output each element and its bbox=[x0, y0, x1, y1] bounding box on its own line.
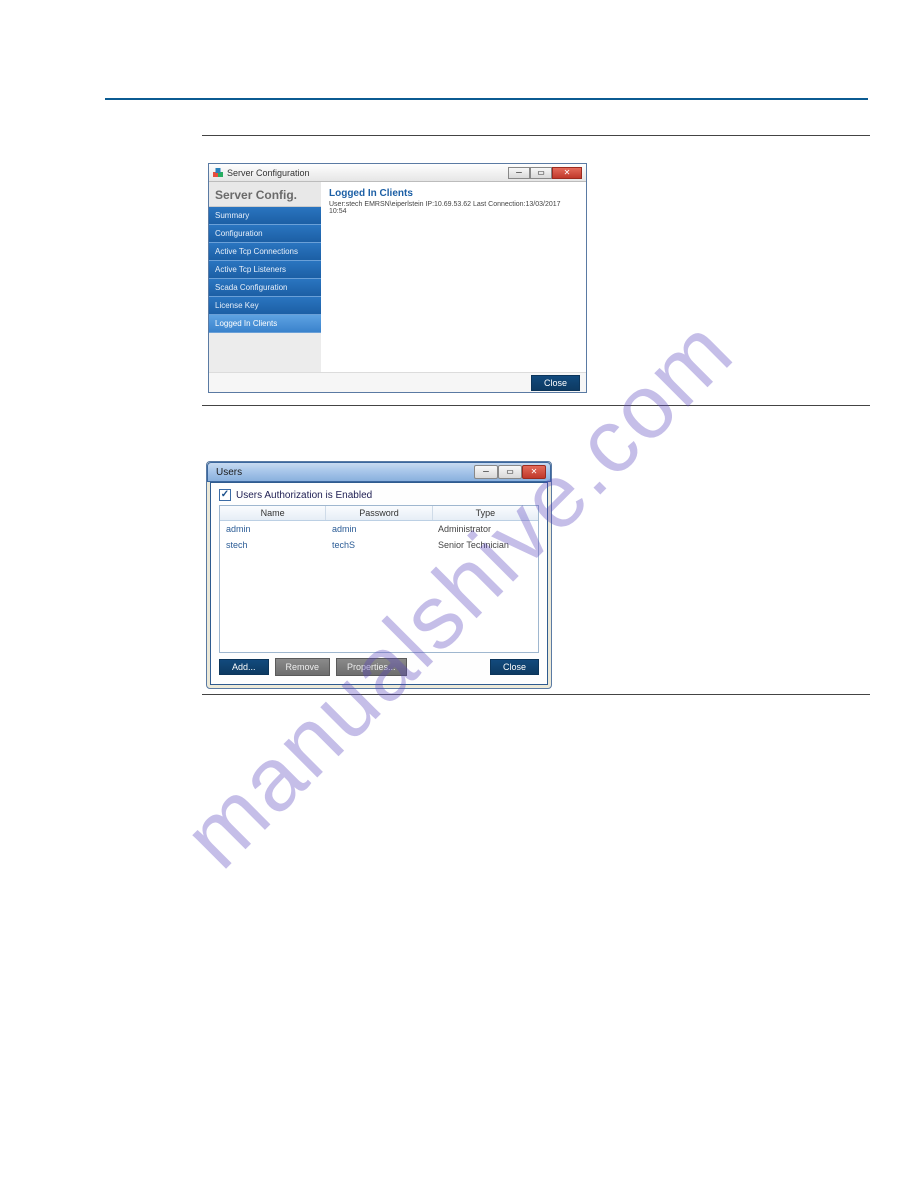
maximize-button[interactable]: ▭ bbox=[498, 465, 522, 479]
cell-type: Senior Technician bbox=[432, 539, 538, 551]
close-window-button[interactable]: ✕ bbox=[552, 167, 582, 179]
section-rule-2 bbox=[202, 405, 870, 406]
sidebar-item-configuration[interactable]: Configuration bbox=[209, 225, 321, 243]
col-name[interactable]: Name bbox=[220, 506, 326, 520]
close-button[interactable]: Close bbox=[490, 659, 539, 675]
users-window: Users ─ ▭ ✕ ✓ Users Authorization is Ena… bbox=[206, 461, 552, 689]
page-top-rule bbox=[105, 98, 868, 100]
window-title: Server Configuration bbox=[227, 168, 504, 178]
sidebar-item-active-tcp-connections[interactable]: Active Tcp Connections bbox=[209, 243, 321, 261]
titlebar[interactable]: Server Configuration ─ ▭ ✕ bbox=[209, 164, 586, 182]
properties-button[interactable]: Properties... bbox=[336, 658, 407, 676]
sidebar-item-scada-configuration[interactable]: Scada Configuration bbox=[209, 279, 321, 297]
window-title: Users bbox=[216, 467, 470, 478]
window-footer: Add... Remove Properties... Close bbox=[219, 658, 539, 676]
content-pane: Logged In Clients User:stech EMRSN\eiper… bbox=[321, 182, 586, 372]
window-body: ✓ Users Authorization is Enabled Name Pa… bbox=[210, 482, 548, 685]
cell-type: Administrator bbox=[432, 523, 538, 535]
table-row[interactable]: admin admin Administrator bbox=[220, 521, 538, 537]
add-button[interactable]: Add... bbox=[219, 659, 269, 675]
titlebar[interactable]: Users ─ ▭ ✕ bbox=[207, 462, 551, 482]
sidebar-item-logged-in-clients[interactable]: Logged In Clients bbox=[209, 315, 321, 333]
sidebar-list: Summary Configuration Active Tcp Connect… bbox=[209, 207, 321, 333]
col-type[interactable]: Type bbox=[433, 506, 538, 520]
cell-password: admin bbox=[326, 523, 432, 535]
window-body: Server Config. Summary Configuration Act… bbox=[209, 182, 586, 392]
sidebar: Server Config. Summary Configuration Act… bbox=[209, 182, 321, 372]
auth-checkbox-label: Users Authorization is Enabled bbox=[236, 490, 372, 501]
minimize-button[interactable]: ─ bbox=[474, 465, 498, 479]
window-buttons: ─ ▭ ✕ bbox=[508, 167, 582, 179]
auth-checkbox[interactable]: ✓ bbox=[219, 489, 231, 501]
content-title: Logged In Clients bbox=[329, 188, 578, 199]
section-rule-1 bbox=[202, 135, 870, 136]
cell-name: stech bbox=[220, 539, 326, 551]
sidebar-item-license-key[interactable]: License Key bbox=[209, 297, 321, 315]
close-button[interactable]: Close bbox=[531, 375, 580, 391]
table-header: Name Password Type bbox=[220, 506, 538, 521]
col-password[interactable]: Password bbox=[326, 506, 432, 520]
content-client-line: User:stech EMRSN\eiperlstein IP:10.69.53… bbox=[329, 201, 578, 215]
auth-checkbox-row: ✓ Users Authorization is Enabled bbox=[211, 483, 547, 505]
sidebar-title: Server Config. bbox=[209, 182, 321, 207]
server-config-window: Server Configuration ─ ▭ ✕ Server Config… bbox=[208, 163, 587, 393]
cell-name: admin bbox=[220, 523, 326, 535]
remove-button[interactable]: Remove bbox=[275, 658, 331, 676]
table-body: admin admin Administrator stech techS Se… bbox=[220, 521, 538, 553]
window-footer: Close bbox=[209, 372, 586, 392]
sidebar-item-summary[interactable]: Summary bbox=[209, 207, 321, 225]
section-rule-3 bbox=[202, 694, 870, 695]
window-buttons: ─ ▭ ✕ bbox=[474, 465, 546, 479]
app-icon bbox=[213, 168, 223, 178]
sidebar-item-active-tcp-listeners[interactable]: Active Tcp Listeners bbox=[209, 261, 321, 279]
cell-password: techS bbox=[326, 539, 432, 551]
minimize-button[interactable]: ─ bbox=[508, 167, 530, 179]
table-row[interactable]: stech techS Senior Technician bbox=[220, 537, 538, 553]
close-window-button[interactable]: ✕ bbox=[522, 465, 546, 479]
users-table: Name Password Type admin admin Administr… bbox=[219, 505, 539, 653]
maximize-button[interactable]: ▭ bbox=[530, 167, 552, 179]
